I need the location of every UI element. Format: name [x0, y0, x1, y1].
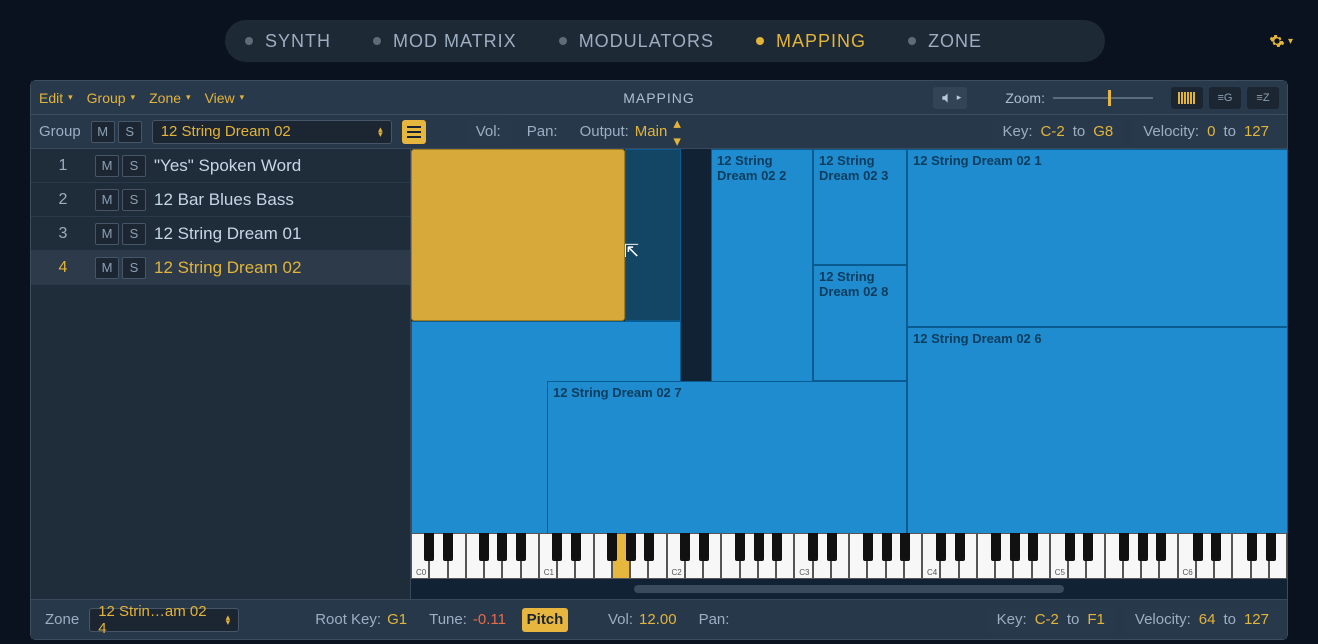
row-mute[interactable]: M — [95, 223, 119, 245]
zone-block-selected[interactable] — [411, 149, 625, 321]
zone-root-key[interactable]: Root Key:G1 — [309, 611, 413, 628]
row-solo[interactable]: S — [122, 223, 146, 245]
zoom-control[interactable]: Zoom: — [1005, 90, 1153, 106]
horizontal-scrollbar[interactable] — [411, 583, 1287, 595]
tab-mapping[interactable]: MAPPING — [756, 31, 866, 52]
menu-edit[interactable]: Edit▾ — [39, 90, 73, 106]
group-list-toggle[interactable] — [402, 120, 426, 144]
row-mute[interactable]: M — [95, 189, 119, 211]
group-key-range[interactable]: Key:C-2 toG8 — [993, 119, 1124, 145]
zone-selector[interactable]: 12 Strin…am 02 4▴▾ — [89, 608, 239, 632]
top-tabs: SYNTH MOD MATRIX MODULATORS MAPPING ZONE — [225, 20, 1105, 62]
group-row[interactable]: 3MS12 String Dream 01 — [31, 217, 410, 251]
zone-key-range[interactable]: Key:C-2 toF1 — [987, 607, 1115, 633]
zoom-label: Zoom: — [1005, 90, 1045, 106]
row-mute[interactable]: M — [95, 257, 119, 279]
zone-block[interactable]: 12 String Dream 02 7 — [547, 381, 907, 555]
row-solo[interactable]: S — [122, 189, 146, 211]
group-output[interactable]: Output: Main ▴▾ — [574, 114, 687, 150]
view-mode-group-list[interactable]: ≡G — [1209, 87, 1241, 109]
group-pan[interactable]: Pan: — [521, 123, 564, 140]
panel-title: MAPPING — [623, 90, 695, 106]
zone-velocity-range[interactable]: Velocity:64 to127 — [1125, 607, 1279, 633]
menu-view[interactable]: View▾ — [205, 90, 245, 106]
zone-block[interactable]: 12 String Dream 02 3 — [813, 149, 907, 265]
zone-block[interactable] — [625, 149, 681, 321]
row-solo[interactable]: S — [122, 155, 146, 177]
group-list: 1MS"Yes" Spoken Word2MS12 Bar Blues Bass… — [31, 149, 411, 599]
zoom-slider[interactable] — [1053, 97, 1153, 99]
row-solo[interactable]: S — [122, 257, 146, 279]
group-mute[interactable]: M — [91, 121, 115, 143]
gear-menu[interactable]: ▾ — [1266, 26, 1296, 56]
menu-group[interactable]: Group▾ — [87, 90, 135, 106]
group-parameter-row: Group M S 12 String Dream 02 ▴▾ Vol: Pan… — [31, 115, 1287, 149]
view-mode-zone-list[interactable]: ≡Z — [1247, 87, 1279, 109]
row-mute[interactable]: M — [95, 155, 119, 177]
tab-zone[interactable]: ZONE — [908, 31, 982, 52]
audition-button[interactable]: ▸ — [933, 87, 967, 109]
zone-block[interactable]: 12 String Dream 02 1 — [907, 149, 1287, 327]
group-row[interactable]: 4MS12 String Dream 02 — [31, 251, 410, 285]
zone-label: Zone — [45, 611, 79, 628]
zone-tune[interactable]: Tune:-0.11 — [423, 611, 512, 628]
zone-block[interactable]: 12 String Dream 02 6 — [907, 327, 1287, 555]
zone-parameter-row: Zone 12 Strin…am 02 4▴▾ Root Key:G1 Tune… — [31, 599, 1287, 639]
mapping-canvas: 12 String Dream 02 2 12 String Dream 02 … — [411, 149, 1287, 599]
tab-synth[interactable]: SYNTH — [245, 31, 331, 52]
view-mode-keyboard[interactable] — [1171, 87, 1203, 109]
zone-pitch-button[interactable]: Pitch — [522, 608, 568, 632]
zone-vol[interactable]: Vol:12.00 — [602, 611, 683, 628]
group-label: Group — [39, 123, 81, 140]
group-solo[interactable]: S — [118, 121, 142, 143]
group-velocity-range[interactable]: Velocity:0 to127 — [1133, 119, 1279, 145]
menu-bar: Edit▾ Group▾ Zone▾ View▾ MAPPING ▸ Zoom:… — [31, 81, 1287, 115]
tab-modulators[interactable]: MODULATORS — [559, 31, 714, 52]
group-selector[interactable]: 12 String Dream 02 ▴▾ — [152, 120, 392, 144]
group-vol[interactable]: Vol: — [466, 119, 511, 145]
group-row[interactable]: 1MS"Yes" Spoken Word — [31, 149, 410, 183]
menu-zone[interactable]: Zone▾ — [149, 90, 190, 106]
tab-mod-matrix[interactable]: MOD MATRIX — [373, 31, 517, 52]
mapping-panel: Edit▾ Group▾ Zone▾ View▾ MAPPING ▸ Zoom:… — [30, 80, 1288, 640]
zone-block[interactable]: 12 String Dream 02 8 — [813, 265, 907, 381]
group-row[interactable]: 2MS12 Bar Blues Bass — [31, 183, 410, 217]
zone-pan[interactable]: Pan: — [693, 611, 736, 628]
keyboard[interactable]: C0C1C2C3C4C5C6 — [411, 533, 1287, 579]
